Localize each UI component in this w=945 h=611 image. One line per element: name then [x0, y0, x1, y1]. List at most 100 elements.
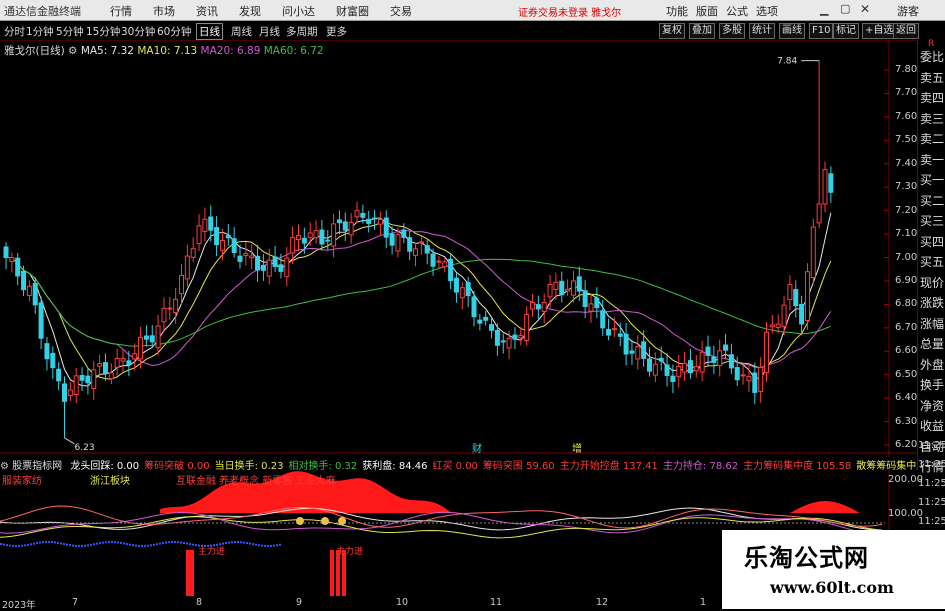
blue-dot	[111, 541, 113, 544]
side-panel-item[interactable]: 卖二	[920, 130, 944, 147]
period-60min[interactable]: 60分钟	[157, 24, 191, 39]
side-panel-item[interactable]: 买四	[920, 233, 944, 250]
side-panel-item[interactable]: 现价	[920, 274, 944, 291]
menu-item-wealth[interactable]: 财富圈	[336, 3, 369, 19]
menu-item-news[interactable]: 资讯	[196, 3, 218, 19]
blue-dot	[27, 543, 29, 546]
menu-item-formula[interactable]: 公式	[726, 3, 748, 19]
mark-button[interactable]: 标记	[833, 23, 859, 39]
period-multi[interactable]: 多周期	[286, 24, 318, 39]
period-30min[interactable]: 30分钟	[121, 24, 155, 39]
f10-button[interactable]: F10	[809, 23, 834, 39]
guest-label[interactable]: 游客	[897, 3, 919, 19]
candle-body	[307, 232, 313, 238]
side-panel-item[interactable]: 外盘	[920, 356, 944, 373]
candle-body	[576, 276, 582, 292]
menu-item-function[interactable]: 功能	[666, 3, 688, 19]
candle-body	[260, 264, 266, 271]
blue-dot	[108, 541, 110, 544]
indicator-name[interactable]: 股票指标网	[12, 461, 62, 472]
marker-cai: 财	[472, 442, 482, 455]
draw-line-button[interactable]: 画线	[779, 23, 805, 39]
candle-body	[828, 173, 834, 193]
side-time: 11:25	[918, 497, 945, 508]
side-panel-item[interactable]: 买五	[920, 253, 944, 270]
menu-item-xiaoda[interactable]: 问小达	[282, 3, 315, 19]
side-panel-item[interactable]: 涨跌	[920, 294, 944, 311]
statistics-button[interactable]: 统计	[749, 23, 775, 39]
minimize-icon[interactable]: ▁	[820, 3, 828, 16]
candle-body	[407, 237, 413, 252]
candle-body	[799, 303, 805, 325]
candle-body	[9, 257, 15, 262]
period-15min[interactable]: 15分钟	[86, 24, 120, 39]
side-panel-item[interactable]: 买三	[920, 212, 944, 229]
price-tick: 6.50	[895, 368, 918, 380]
add-watchlist-button[interactable]: +自选	[862, 23, 897, 39]
side-panel-item[interactable]: 卖三	[920, 110, 944, 127]
low-label: 6.23	[75, 443, 95, 453]
side-time: 11:25	[918, 516, 945, 527]
candle-body	[56, 368, 62, 382]
blue-dot	[129, 543, 131, 546]
concept-tags: 互联金融 养老概念 新零售 工业大麻	[176, 476, 336, 487]
side-panel-item[interactable]: 卖五	[920, 69, 944, 86]
blue-dot	[12, 544, 14, 547]
period-1min[interactable]: 1分钟	[26, 24, 54, 39]
login-warning[interactable]: 证券交易未登录 雅戈尔	[518, 4, 621, 19]
candle-body	[723, 344, 729, 351]
side-panel-item[interactable]: 涨幅	[920, 315, 944, 332]
low-pointer	[64, 437, 75, 445]
menu-item-layout[interactable]: 版面	[696, 3, 718, 19]
period-daily[interactable]: 日线	[196, 23, 223, 40]
menu-item-trade[interactable]: 交易	[390, 3, 412, 19]
side-panel-item[interactable]: 收益	[920, 417, 944, 434]
candle-body	[208, 216, 214, 231]
indicator-item: 龙头回踩: 0.00	[70, 461, 140, 472]
multi-stock-button[interactable]: 多股	[719, 23, 745, 39]
stock-name[interactable]: 雅戈尔(日线)	[4, 45, 65, 57]
back-button[interactable]: 返回	[893, 23, 919, 39]
menu-item-quotes[interactable]: 行情	[110, 3, 132, 19]
menu-item-discover[interactable]: 发现	[239, 3, 261, 19]
blue-dot	[0, 543, 2, 545]
maximize-icon[interactable]: ▢	[840, 2, 850, 15]
candle-body	[184, 255, 190, 280]
blue-dot	[180, 541, 182, 544]
side-panel-item[interactable]: 换手	[920, 376, 944, 393]
side-panel-item[interactable]: 卖一	[920, 151, 944, 168]
blue-dot	[15, 544, 17, 547]
ma5-line	[6, 212, 832, 387]
period-tick[interactable]: 分时	[4, 24, 25, 39]
period-5min[interactable]: 5分钟	[56, 24, 84, 39]
side-panel-item[interactable]: 总量	[920, 335, 944, 352]
side-time: 11:25	[918, 459, 945, 470]
main-menu: 行情 市场 资讯 发现 问小达 财富圈 交易	[110, 3, 412, 19]
candle-body	[489, 324, 495, 331]
side-panel-item[interactable]: 卖四	[920, 89, 944, 106]
blue-dot	[57, 541, 59, 544]
gear-icon[interactable]: ⚙	[68, 45, 77, 57]
overlay-button[interactable]: 叠加	[689, 23, 715, 39]
menu-item-options[interactable]: 选项	[756, 3, 778, 19]
kline-chart[interactable]: 7.84 6.23 财 增	[0, 40, 917, 597]
period-toolbar: 分时 1分钟 5分钟 15分钟 30分钟 60分钟 日线 周线 月线 多周期 更…	[0, 21, 945, 41]
side-panel-item[interactable]: 净资	[920, 397, 944, 414]
price-tick: 6.80	[895, 298, 918, 310]
app-title: 通达信金融终端	[4, 5, 81, 18]
close-icon[interactable]: ✕	[860, 2, 870, 16]
candle-body	[804, 271, 810, 321]
side-panel-item[interactable]: 买一	[920, 171, 944, 188]
period-monthly[interactable]: 月线	[259, 24, 280, 39]
stock-ma-legend: 雅戈尔(日线) ⚙ MA5: 7.32 MA10: 7.13 MA20: 6.8…	[4, 43, 324, 58]
period-more[interactable]: 更多	[326, 24, 347, 39]
candle-body	[588, 303, 594, 312]
menu-item-market[interactable]: 市场	[153, 3, 175, 19]
restore-rights-button[interactable]: 复权	[659, 23, 685, 39]
candle-body	[383, 217, 389, 238]
candle-body	[138, 336, 144, 360]
side-panel-item[interactable]: 买二	[920, 192, 944, 209]
period-weekly[interactable]: 周线	[231, 24, 252, 39]
settings-icon[interactable]: ⚙	[0, 461, 9, 472]
side-panel-item[interactable]: 委比	[920, 48, 944, 65]
